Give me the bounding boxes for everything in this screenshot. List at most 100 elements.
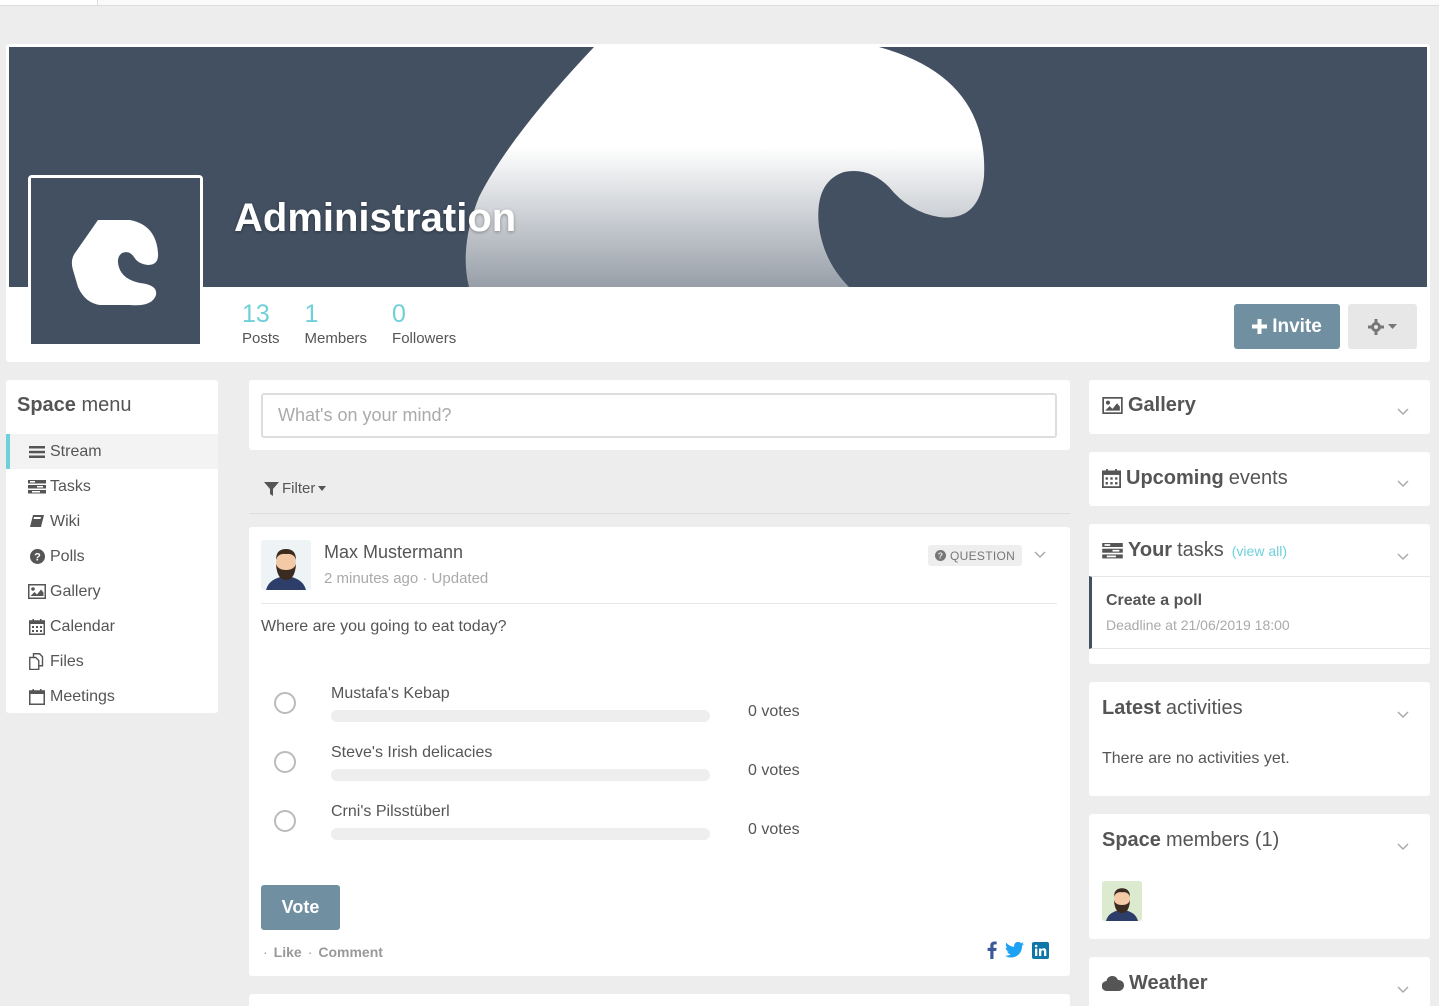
poll-option-radio[interactable]	[274, 810, 296, 832]
post-actions: · Like · Comment	[263, 944, 383, 960]
space-members-widget: Space members (1)	[1089, 814, 1430, 939]
stat-posts-count: 13	[242, 300, 270, 328]
image-icon	[27, 583, 47, 601]
space-settings-button[interactable]	[1348, 304, 1417, 349]
invite-button[interactable]: Invite	[1234, 304, 1340, 349]
vote-button[interactable]: Vote	[261, 885, 340, 930]
no-activities-text: There are no activities yet.	[1102, 750, 1290, 767]
svg-text:?: ?	[938, 551, 944, 561]
author-avatar[interactable]	[261, 540, 311, 590]
stream-filter-bar: Filter	[249, 468, 1070, 514]
poll-option-progress-bar	[331, 710, 710, 722]
calendar-blank-icon	[27, 688, 47, 706]
task-item[interactable]: Create a poll Deadline at 21/06/2019 18:…	[1089, 576, 1430, 649]
menu-item-calendar[interactable]: Calendar	[6, 609, 218, 644]
comment-link[interactable]: Comment	[318, 944, 383, 960]
like-link[interactable]: Like	[274, 944, 302, 960]
stat-members-count: 1	[304, 300, 319, 328]
invite-label: Invite	[1272, 315, 1322, 337]
poll-option-radio[interactable]	[274, 751, 296, 773]
space-menu: Space menu Stream Tasks Wiki ? Polls Gal…	[6, 380, 218, 713]
member-avatar[interactable]	[1102, 881, 1142, 921]
latest-activities-widget-title: Latest activities	[1102, 697, 1243, 719]
view-all-tasks-link[interactable]: (view all)	[1232, 543, 1287, 559]
badge-label: QUESTION	[950, 548, 1016, 563]
menu-item-label: Meetings	[50, 687, 115, 705]
collapse-chevron-down-icon[interactable]	[1397, 548, 1409, 566]
upcoming-events-widget: Upcoming events	[1089, 452, 1430, 506]
menu-item-gallery[interactable]: Gallery	[6, 574, 218, 609]
user-avatar-icon	[1102, 881, 1142, 921]
humhub-logo-icon	[71, 220, 158, 306]
task-deadline: Deadline at 21/06/2019 18:00	[1106, 617, 1290, 633]
collapse-chevron-down-icon[interactable]	[1397, 838, 1409, 856]
stat-members[interactable]: 1 Members	[305, 299, 368, 349]
caret-down-icon	[1388, 323, 1397, 329]
filter-label: Filter	[282, 480, 316, 497]
question-badge: ? QUESTION	[928, 545, 1023, 566]
post-context-menu-chevron-down-icon[interactable]	[1034, 546, 1046, 564]
bars-icon	[27, 443, 47, 461]
menu-item-meetings[interactable]: Meetings	[6, 679, 218, 714]
your-tasks-widget-title: Your tasks (view all)	[1102, 539, 1287, 562]
collapse-chevron-down-icon[interactable]	[1397, 475, 1409, 493]
plus-icon	[1252, 319, 1268, 334]
poll-question: Where are you going to eat today?	[261, 618, 507, 635]
space-avatar[interactable]	[28, 175, 203, 347]
user-avatar-icon	[261, 540, 311, 590]
space-menu-title: Space menu	[17, 394, 132, 416]
menu-item-label: Wiki	[50, 512, 81, 530]
gallery-widget-title: Gallery	[1102, 394, 1196, 417]
space-stats: 13 Posts 1 Members 0 Followers	[242, 299, 481, 349]
menu-item-stream[interactable]: Stream	[6, 434, 218, 469]
poll-post: Max Mustermann 2 minutes ago · Updated ?…	[249, 527, 1070, 976]
post-divider	[261, 603, 1057, 604]
twitter-icon[interactable]	[1005, 942, 1024, 958]
weather-widget-title: Weather	[1102, 972, 1208, 995]
whats-on-your-mind-input[interactable]	[261, 393, 1057, 438]
gallery-widget: Gallery	[1089, 380, 1430, 434]
menu-item-wiki[interactable]: Wiki	[6, 504, 218, 539]
task-title: Create a poll	[1106, 592, 1203, 609]
question-circle-icon: ?	[935, 550, 946, 561]
filter-icon	[264, 481, 279, 496]
upcoming-events-widget-title: Upcoming events	[1102, 467, 1288, 490]
svg-text:?: ?	[34, 552, 41, 564]
facebook-icon[interactable]	[987, 941, 997, 959]
poll-option-label: Crni's Pilsstüberl	[331, 803, 450, 820]
poll-option-label: Steve's Irish delicacies	[331, 744, 493, 761]
tasks-icon	[27, 478, 47, 496]
post-author-name[interactable]: Max Mustermann	[324, 542, 463, 563]
menu-item-label: Tasks	[50, 477, 91, 495]
poll-option-progress-bar	[331, 828, 710, 840]
menu-item-polls[interactable]: ? Polls	[6, 539, 218, 574]
cloud-icon	[1102, 976, 1124, 991]
poll-option: Crni's Pilsstüberl 0 votes	[261, 803, 961, 853]
poll-option-votes: 0 votes	[748, 821, 800, 838]
menu-item-tasks[interactable]: Tasks	[6, 469, 218, 504]
files-icon	[27, 653, 47, 671]
top-nav-tab[interactable]	[0, 0, 98, 5]
linkedin-icon[interactable]	[1032, 941, 1049, 959]
poll-option-label: Mustafa's Kebap	[331, 685, 450, 702]
stat-members-label: Members	[304, 330, 368, 347]
image-icon	[1102, 397, 1123, 414]
poll-option-radio[interactable]	[274, 692, 296, 714]
menu-item-files[interactable]: Files	[6, 644, 218, 679]
space-header: Administration 13 Posts 1 Members 0 Foll…	[6, 44, 1430, 362]
latest-activities-widget: Latest activities There are no activities…	[1089, 682, 1430, 796]
tasks-icon	[1102, 542, 1123, 558]
poll-option: Mustafa's Kebap 0 votes	[261, 685, 961, 735]
top-navigation-bar	[0, 0, 1439, 6]
poll-option-progress-bar	[331, 769, 710, 781]
collapse-chevron-down-icon[interactable]	[1397, 403, 1409, 421]
stat-followers[interactable]: 0 Followers	[392, 299, 456, 349]
humhub-logo-banner-icon	[465, 47, 985, 287]
stat-followers-label: Followers	[392, 330, 457, 347]
filter-button[interactable]: Filter	[264, 480, 327, 497]
stat-posts[interactable]: 13 Posts	[242, 299, 280, 349]
poll-option-votes: 0 votes	[748, 762, 800, 779]
question-circle-icon: ?	[27, 548, 47, 566]
collapse-chevron-down-icon[interactable]	[1397, 706, 1409, 724]
collapse-chevron-down-icon[interactable]	[1397, 981, 1409, 999]
